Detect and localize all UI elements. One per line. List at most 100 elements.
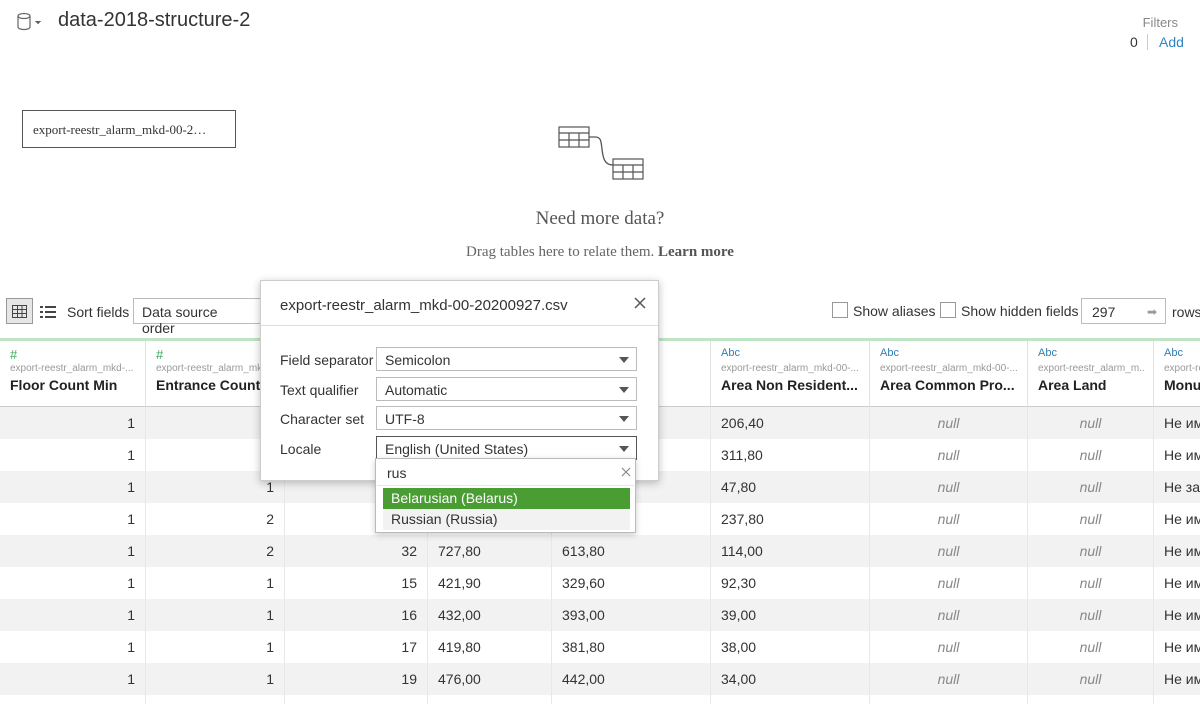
table-cell: 2 [146, 503, 285, 535]
locale-search-input[interactable]: rus [377, 460, 634, 486]
table-cell: 1 [0, 407, 146, 439]
table-cell: null [870, 503, 1028, 535]
clear-search-icon[interactable] [621, 467, 631, 477]
table-cell: 17 [285, 631, 428, 663]
filters-count: 0 [1130, 34, 1138, 50]
character-set-select[interactable]: UTF-8 [376, 406, 637, 430]
column-name[interactable]: Area Non Resident... [721, 377, 861, 393]
locale-option-russian[interactable]: Russian (Russia) [383, 509, 630, 530]
sort-fields-label: Sort fields [67, 304, 130, 320]
string-type-icon[interactable]: Abc [1164, 347, 1200, 361]
column-header[interactable]: Abc export-reestr_alarm_mkd-00-... Area No… [711, 341, 870, 407]
table-cell: null [1028, 599, 1154, 631]
table-cell: 16 [285, 599, 428, 631]
table-cell: null [1028, 663, 1154, 695]
table-cell: 92,30 [711, 567, 870, 599]
table-cell: 15 [285, 567, 428, 599]
field-separator-select[interactable]: Semicolon [376, 347, 637, 371]
drag-tables-hint: Drag tables here to relate them. Learn m… [0, 244, 1200, 261]
text-qualifier-value: Automatic [385, 382, 448, 398]
table-cell: Не зап [1154, 471, 1200, 503]
table-cell: null [1028, 439, 1154, 471]
table-cell: null [870, 471, 1028, 503]
rows-label: rows [1172, 304, 1200, 320]
table-cell: 34,00 [711, 663, 870, 695]
list-view-icon[interactable] [38, 302, 58, 322]
need-more-data-heading: Need more data? [535, 208, 665, 229]
column-name[interactable]: Area Common Pro... [880, 377, 1019, 393]
table-cell: 1 [146, 663, 285, 695]
grid-view-button[interactable] [6, 298, 33, 324]
close-icon[interactable] [631, 294, 649, 312]
number-type-icon[interactable]: # [156, 347, 276, 362]
table-cell: Не им [1154, 599, 1200, 631]
learn-more-link[interactable]: Learn more [658, 244, 734, 260]
string-type-icon[interactable]: Abc [1038, 347, 1145, 361]
canvas-table-card[interactable]: export-reestr_alarm_mkd-00-2… [22, 110, 236, 148]
string-type-icon[interactable]: Abc [880, 347, 1019, 361]
table-cell: 1 [0, 535, 146, 567]
number-type-icon[interactable]: # [10, 347, 137, 362]
column-name[interactable]: Monum [1164, 377, 1200, 393]
show-aliases-checkbox[interactable] [832, 302, 848, 318]
table-cell: 19 [285, 663, 428, 695]
string-type-icon[interactable]: Abc [721, 347, 861, 361]
sort-fields-select[interactable]: Data source order [133, 298, 263, 336]
locale-option-belarusian[interactable]: Belarusian (Belarus) [383, 488, 630, 509]
show-aliases-label: Show aliases [853, 303, 936, 319]
chevron-down-icon [619, 357, 629, 363]
arrow-right-icon[interactable]: ➡ [1147, 305, 1157, 319]
column-source: export-re [1164, 363, 1200, 374]
table-cell: 1 [146, 631, 285, 663]
table-cell: 381,80 [552, 631, 711, 663]
filters-divider [1147, 34, 1148, 50]
column-header[interactable]: Abc export-reestr_alarm_mkd-00-... Area Co… [870, 341, 1028, 407]
table-cell: 329,60 [552, 567, 711, 599]
table-row: 1 1 17 419,80 381,80 38,00 null null Не им [0, 631, 1200, 663]
table-cell: Не им [1154, 535, 1200, 567]
table-cell: Не им [1154, 407, 1200, 439]
table-cell: null [870, 663, 1028, 695]
column-header[interactable]: # export-reestr_alarm_mkd-... Floor Count … [0, 341, 146, 407]
column-source: export-reestr_alarm_mkd-... [156, 363, 276, 374]
table-cell: 39,00 [711, 599, 870, 631]
chevron-down-icon [619, 387, 629, 393]
table-cell: 727,80 [428, 535, 552, 567]
locale-select[interactable]: English (United States) [376, 436, 637, 460]
column-header[interactable]: Abc export-re Monum [1154, 341, 1200, 407]
grid-icon [12, 304, 27, 318]
table-cell: 47,80 [711, 471, 870, 503]
column-name[interactable]: Area Land [1038, 377, 1145, 393]
locale-label: Locale [280, 441, 322, 457]
table-cell: 432,00 [428, 599, 552, 631]
text-qualifier-label: Text qualifier [280, 382, 359, 398]
table-cell: 1 [0, 663, 146, 695]
table-cell: 311,80 [711, 439, 870, 471]
database-icon[interactable] [17, 12, 43, 32]
show-hidden-fields-checkbox[interactable] [940, 302, 956, 318]
column-source: export-reestr_alarm_mkd-00-... [880, 363, 1018, 374]
table-cell: null [1028, 503, 1154, 535]
table-cell: 38,00 [711, 631, 870, 663]
table-row: 1 1 19 476,00 442,00 34,00 null null Не им [0, 663, 1200, 695]
text-qualifier-select[interactable]: Automatic [376, 377, 637, 401]
table-cell: Не им [1154, 631, 1200, 663]
column-name[interactable]: Entrance Count [156, 377, 276, 393]
dialog-title: export-reestr_alarm_mkd-00-20200927.csv [280, 297, 568, 314]
table-cell: 237,80 [711, 503, 870, 535]
column-header[interactable]: Abc export-reestr_alarm_m... Area Land [1028, 341, 1154, 407]
table-cell: null [870, 631, 1028, 663]
table-cell: Не им [1154, 567, 1200, 599]
table-cell: 114,00 [711, 535, 870, 567]
locale-value: English (United States) [385, 441, 529, 457]
table-cell: null [870, 535, 1028, 567]
drag-tables-text: Drag tables here to relate them. [466, 244, 655, 260]
datasource-title[interactable]: data-2018-structure-2 [58, 9, 250, 32]
table-cell: 397,00 [552, 695, 711, 704]
chevron-down-icon [619, 446, 629, 452]
filters-add-link[interactable]: Add [1159, 34, 1184, 50]
column-source: export-reestr_alarm_m... [1038, 363, 1145, 374]
table-row: 1 1 16 432,00 393,00 39,00 null null Не им [0, 599, 1200, 631]
table-cell: 393,00 [552, 599, 711, 631]
column-name[interactable]: Floor Count Min [10, 377, 137, 393]
